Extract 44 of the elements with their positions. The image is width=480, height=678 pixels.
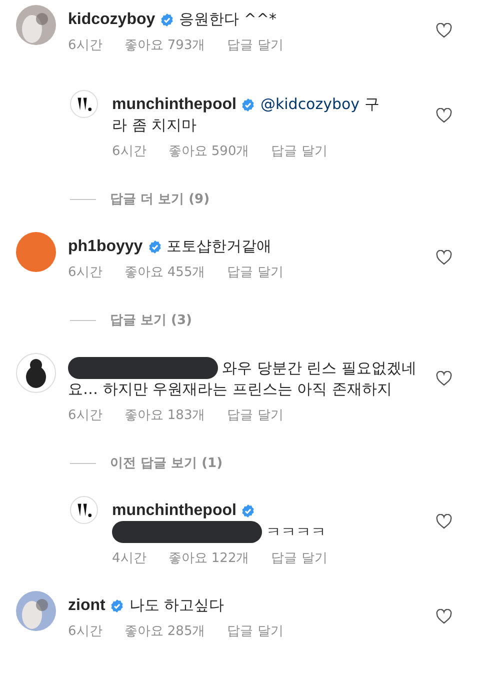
like-button[interactable] (436, 514, 452, 529)
comment-text: 구 (364, 94, 380, 115)
avatar[interactable] (70, 90, 98, 118)
like-button[interactable] (436, 108, 452, 123)
comment-text: 와우 당분간 린스 필요없겠네 (222, 358, 416, 378)
comment-text: 응원한다 ^^* (179, 9, 277, 30)
likes-count[interactable]: 좋아요 793개 (124, 36, 206, 54)
comment-time: 6시간 (68, 623, 102, 640)
username[interactable]: munchinthepool (112, 500, 236, 521)
reply-link[interactable]: 답글 달기 (227, 36, 284, 54)
view-replies-button[interactable]: 이전 답글 보기 (1) (110, 454, 223, 472)
reply-link[interactable]: 답글 달기 (227, 263, 284, 281)
username[interactable]: kidcozyboy (68, 9, 156, 30)
comment-time: 6시간 (68, 264, 102, 281)
like-button[interactable] (436, 250, 452, 265)
avatar[interactable] (70, 496, 98, 524)
comment-time: 6시간 (68, 407, 102, 424)
likes-count[interactable]: 좋아요 285개 (124, 622, 206, 640)
likes-count[interactable]: 좋아요 183개 (124, 406, 206, 424)
reply-link[interactable]: 답글 달기 (227, 406, 284, 424)
username[interactable]: ziont (68, 595, 106, 616)
username[interactable]: ph1boyyy (68, 236, 143, 257)
likes-count[interactable]: 좋아요 122개 (168, 549, 250, 567)
comment-text: 라 좀 치지마 (112, 115, 198, 136)
reply-link[interactable]: 답글 달기 (227, 622, 284, 640)
likes-count[interactable]: 좋아요 590개 (168, 142, 250, 160)
like-button[interactable] (436, 371, 452, 386)
mention-link[interactable]: @kidcozyboy (260, 94, 360, 115)
like-button[interactable] (436, 609, 452, 624)
like-button[interactable] (436, 23, 452, 38)
comment-text: 나도 하고싶다 (129, 595, 224, 616)
view-replies-button[interactable]: 답글 보기 (3) (110, 311, 192, 329)
avatar[interactable] (16, 353, 56, 393)
comment-text: 포토샵한거같애 (166, 236, 272, 257)
comment-text: 요… 하지만 우원재라는 프린스는 아직 존재하지 (68, 379, 393, 400)
view-replies-button[interactable]: 답글 더 보기 (9) (110, 190, 210, 208)
reply-link[interactable]: 답글 달기 (271, 142, 328, 160)
username[interactable]: munchinthepool (112, 94, 236, 115)
comment-time: 6시간 (112, 143, 146, 160)
likes-count[interactable]: 좋아요 455개 (124, 263, 206, 281)
comment-time: 6시간 (68, 37, 102, 54)
comment-text: ㅋㅋㅋㅋ (266, 522, 326, 542)
comment-time: 4시간 (112, 550, 146, 567)
reply-link[interactable]: 답글 달기 (271, 549, 328, 567)
